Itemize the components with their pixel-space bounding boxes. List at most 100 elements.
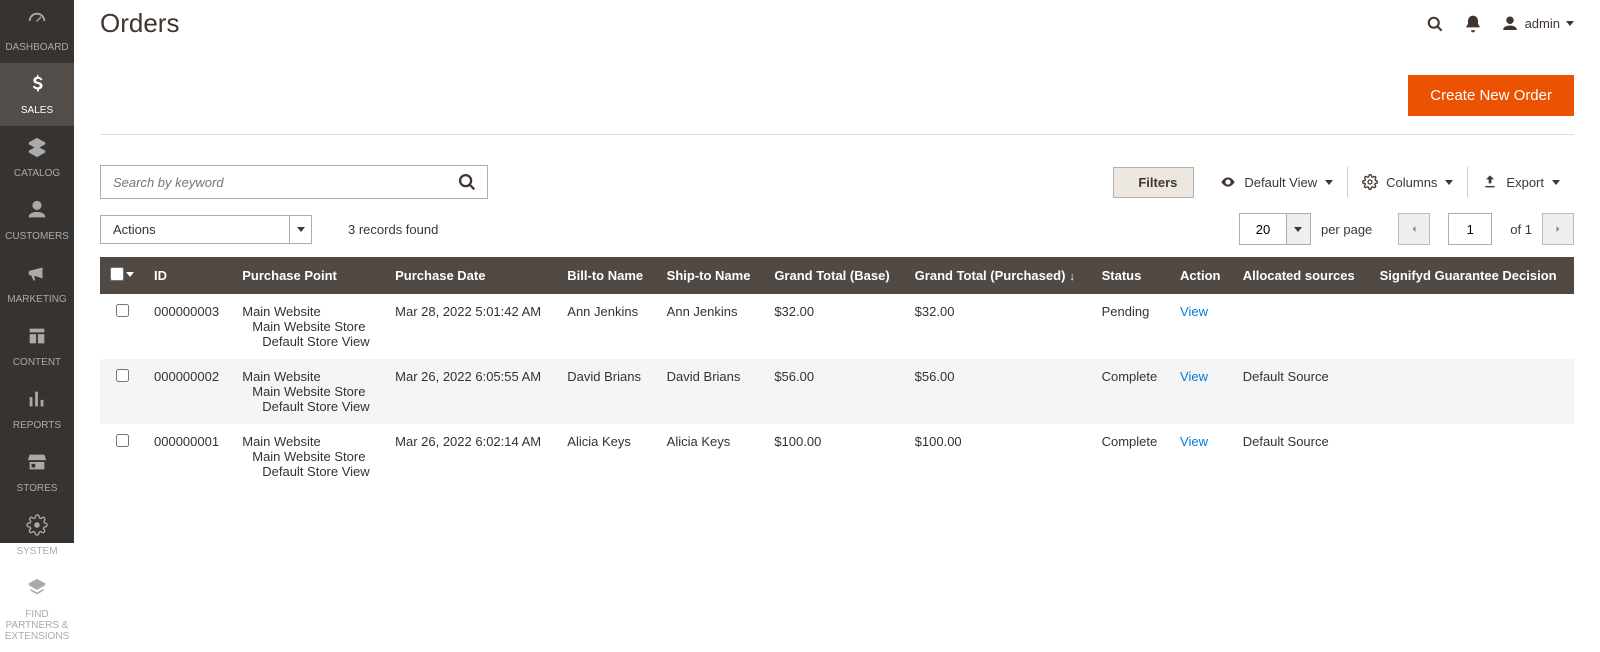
table-cell: 000000002 [144, 359, 232, 424]
next-page-button[interactable] [1542, 213, 1574, 245]
column-header[interactable]: Bill-to Name [557, 257, 656, 294]
search-submit-icon[interactable] [456, 171, 478, 196]
column-header[interactable]: Grand Total (Purchased)↓ [905, 257, 1092, 294]
search-container [100, 165, 488, 199]
select-all-checkbox[interactable] [110, 267, 134, 281]
table-row[interactable]: 000000001Main WebsiteMain Website StoreD… [100, 424, 1574, 489]
mass-actions-dropdown[interactable]: Actions [100, 215, 312, 244]
table-cell: Main WebsiteMain Website StoreDefault St… [232, 359, 385, 424]
table-cell [100, 424, 144, 489]
content-icon [26, 325, 48, 353]
page-number-input[interactable] [1448, 213, 1492, 245]
sidebar-item-partners[interactable]: FIND PARTNERS & EXTENSIONS [0, 567, 74, 652]
sidebar-item-label: DASHBOARD [5, 42, 68, 53]
column-header[interactable]: Purchase Date [385, 257, 557, 294]
table-cell: Main WebsiteMain Website StoreDefault St… [232, 424, 385, 489]
column-header[interactable]: Purchase Point [232, 257, 385, 294]
column-header[interactable]: Action [1170, 257, 1233, 294]
default-view-button[interactable]: Default View [1206, 167, 1348, 197]
table-row[interactable]: 000000002Main WebsiteMain Website StoreD… [100, 359, 1574, 424]
sidebar-item-label: CUSTOMERS [5, 231, 69, 242]
reports-icon [26, 388, 48, 416]
dashboard-icon [26, 10, 48, 38]
columns-label: Columns [1386, 175, 1437, 190]
table-cell: David Brians [657, 359, 765, 424]
sidebar-item-label: CATALOG [14, 168, 60, 179]
row-checkbox[interactable] [116, 434, 129, 447]
table-cell: Default Source [1233, 359, 1370, 424]
chevron-down-icon [1287, 213, 1311, 245]
column-header[interactable] [100, 257, 144, 294]
table-header: IDPurchase PointPurchase DateBill-to Nam… [100, 257, 1574, 294]
column-header[interactable]: Allocated sources [1233, 257, 1370, 294]
view-link[interactable]: View [1180, 434, 1208, 449]
stores-icon [26, 451, 48, 479]
orders-table: IDPurchase PointPurchase DateBill-to Nam… [100, 257, 1574, 489]
sidebar-item-catalog[interactable]: CATALOG [0, 126, 74, 189]
table-body: 000000003Main WebsiteMain Website StoreD… [100, 294, 1574, 489]
sidebar-item-label: SYSTEM [16, 546, 57, 557]
view-link[interactable]: View [1180, 369, 1208, 384]
sidebar-item-dashboard[interactable]: DASHBOARD [0, 0, 74, 63]
header-actions: admin [1425, 14, 1574, 34]
column-header[interactable]: Status [1092, 257, 1170, 294]
page-title: Orders [100, 8, 179, 39]
export-button[interactable]: Export [1468, 167, 1574, 197]
search-icon[interactable] [1425, 14, 1445, 34]
page-size-selector[interactable] [1239, 213, 1311, 245]
sidebar-item-stores[interactable]: STORES [0, 441, 74, 504]
column-header[interactable]: Grand Total (Base) [764, 257, 904, 294]
sidebar-item-reports[interactable]: REPORTS [0, 378, 74, 441]
sidebar-item-content[interactable]: CONTENT [0, 315, 74, 378]
prev-page-button[interactable] [1398, 213, 1430, 245]
records-count: 3 records found [348, 222, 438, 237]
sidebar-item-system[interactable]: SYSTEM [0, 504, 74, 567]
grid-toolbar-1: Filters Default View Columns Export [100, 165, 1574, 199]
user-name: admin [1525, 16, 1560, 31]
system-icon [26, 514, 48, 542]
table-cell: $100.00 [764, 424, 904, 489]
sort-arrow-down-icon: ↓ [1069, 271, 1075, 283]
view-link[interactable]: View [1180, 304, 1208, 319]
table-row[interactable]: 000000003Main WebsiteMain Website StoreD… [100, 294, 1574, 359]
catalog-icon [26, 136, 48, 164]
table-cell: View [1170, 359, 1233, 424]
page-size-input[interactable] [1239, 213, 1287, 245]
action-bar: Create New Order [100, 53, 1574, 135]
column-header[interactable]: Signifyd Guarantee Decision [1370, 257, 1574, 294]
table-cell: Ann Jenkins [657, 294, 765, 359]
mass-actions-label: Actions [100, 215, 290, 244]
table-cell: Complete [1092, 424, 1170, 489]
megaphone-icon [26, 262, 48, 290]
search-input[interactable] [100, 165, 488, 199]
table-cell: $56.00 [764, 359, 904, 424]
sidebar-item-label: FIND PARTNERS & EXTENSIONS [2, 609, 72, 642]
columns-button[interactable]: Columns [1348, 167, 1468, 197]
sidebar-item-label: CONTENT [13, 357, 61, 368]
table-cell: Alicia Keys [657, 424, 765, 489]
sidebar-item-label: SALES [21, 105, 53, 116]
column-header[interactable]: Ship-to Name [657, 257, 765, 294]
chevron-right-icon [1552, 223, 1564, 235]
sidebar-item-dollar[interactable]: SALES [0, 63, 74, 126]
create-order-button[interactable]: Create New Order [1408, 75, 1574, 116]
table-cell: Ann Jenkins [557, 294, 656, 359]
sidebar: DASHBOARD SALES CATALOG CUSTOMERS MARKETING C… [0, 0, 74, 543]
sidebar-item-megaphone[interactable]: MARKETING [0, 252, 74, 315]
chevron-down-icon [1445, 180, 1453, 185]
sidebar-item-person[interactable]: CUSTOMERS [0, 189, 74, 252]
row-checkbox[interactable] [116, 304, 129, 317]
column-header[interactable]: ID [144, 257, 232, 294]
chevron-left-icon [1408, 223, 1420, 235]
user-menu[interactable]: admin [1501, 15, 1574, 33]
filters-label: Filters [1138, 175, 1177, 190]
filters-button[interactable]: Filters [1113, 167, 1194, 198]
eye-icon [1220, 174, 1236, 190]
notifications-icon[interactable] [1463, 14, 1483, 34]
sidebar-item-label: REPORTS [13, 420, 61, 431]
row-checkbox[interactable] [116, 369, 129, 382]
sidebar-item-label: STORES [17, 483, 58, 494]
sidebar-item-label: MARKETING [7, 294, 66, 305]
of-pages: of 1 [1510, 222, 1532, 237]
table-cell: $32.00 [905, 294, 1092, 359]
